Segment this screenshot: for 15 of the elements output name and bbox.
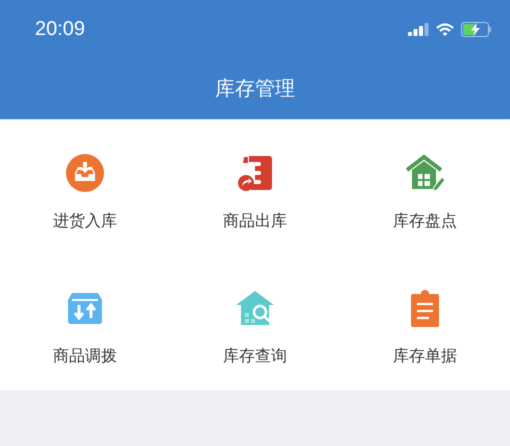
- battery-charging-icon: [461, 22, 493, 36]
- menu-tile[interactable]: 商品调拨: [0, 255, 170, 390]
- house-search-icon: [234, 288, 276, 328]
- signal-icon: [408, 22, 429, 36]
- menu-tile[interactable]: 库存单据: [340, 255, 510, 390]
- document-share-icon: [235, 153, 275, 193]
- page-title: 库存管理: [215, 75, 295, 102]
- house-edit-icon: [404, 153, 446, 193]
- menu-tile[interactable]: 进货入库: [0, 120, 170, 255]
- wifi-icon: [436, 22, 454, 36]
- menu-tile[interactable]: 商品出库: [170, 120, 340, 255]
- inbox-download-icon: [65, 153, 105, 193]
- status-time: 20:09: [35, 18, 86, 40]
- menu-tile[interactable]: 库存盘点: [340, 120, 510, 255]
- menu-tile[interactable]: 库存查询: [170, 255, 340, 390]
